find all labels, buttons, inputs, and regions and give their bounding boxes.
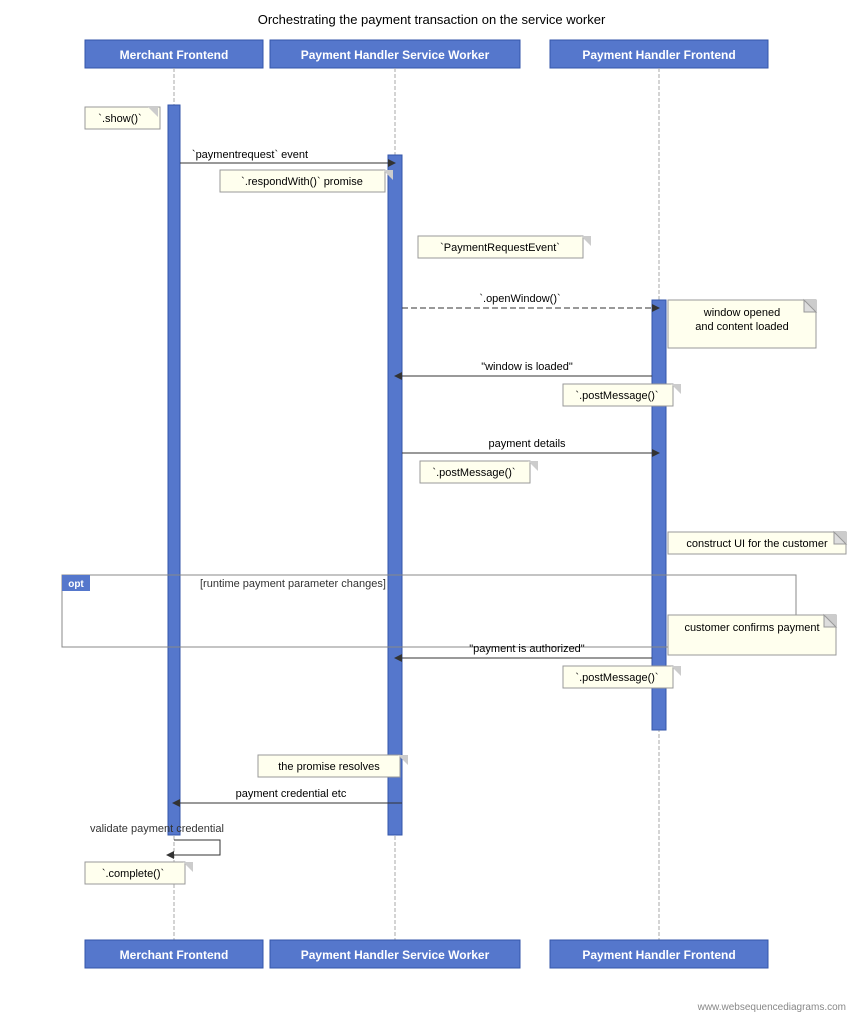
lifeline-footer-merchant: Merchant Frontend <box>120 948 229 962</box>
footer-url: www.websequencediagrams.com <box>697 1002 846 1013</box>
label-promiseresolves: the promise resolves <box>278 761 380 773</box>
lifeline-footer-phf: Payment Handler Frontend <box>582 948 735 962</box>
lifeline-header-phf: Payment Handler Frontend <box>582 48 735 62</box>
label-paymentauth: "payment is authorized" <box>469 643 585 655</box>
opt-label-text: opt <box>68 579 84 590</box>
label-postmessage3: `.postMessage()` <box>575 672 658 684</box>
label-paymentrequest: `paymentrequest` event <box>192 149 308 161</box>
label-windowloaded: "window is loaded" <box>481 361 573 373</box>
label-paymentcred: payment credential etc <box>236 788 347 800</box>
opt-condition-text: [runtime payment parameter changes] <box>200 578 386 590</box>
lifeline-footer-sw: Payment Handler Service Worker <box>301 948 490 962</box>
label-complete: `.complete()` <box>102 868 164 880</box>
label-customer-confirms1: customer confirms payment <box>684 622 819 634</box>
activation-merchant <box>168 105 180 835</box>
show-label: `.show()` <box>98 113 141 125</box>
label-constructui: construct UI for the customer <box>686 538 828 550</box>
label-postmessage2: `.postMessage()` <box>432 467 515 479</box>
label-validatecred: validate payment credential <box>90 823 224 835</box>
label-windowopened2: and content loaded <box>695 321 789 333</box>
label-paymentrequestev: `PaymentRequestEvent` <box>440 242 560 254</box>
label-windowopened1: window opened <box>703 307 780 319</box>
label-openwindow: `.openWindow()` <box>479 293 560 305</box>
activation-sw <box>388 155 402 835</box>
label-respondwith: `.respondWith()` promise <box>241 176 363 188</box>
note-customer-confirms <box>668 615 836 655</box>
label-postmessage1: `.postMessage()` <box>575 390 658 402</box>
label-paymentdetails: payment details <box>488 438 566 450</box>
lifeline-header-merchant: Merchant Frontend <box>120 48 229 62</box>
self-arrow-merchant <box>174 840 220 855</box>
lifeline-header-sw: Payment Handler Service Worker <box>301 48 490 62</box>
diagram-container: Orchestrating the payment transaction on… <box>0 0 863 1019</box>
diagram-svg: Merchant Frontend Payment Handler Servic… <box>0 0 863 1019</box>
